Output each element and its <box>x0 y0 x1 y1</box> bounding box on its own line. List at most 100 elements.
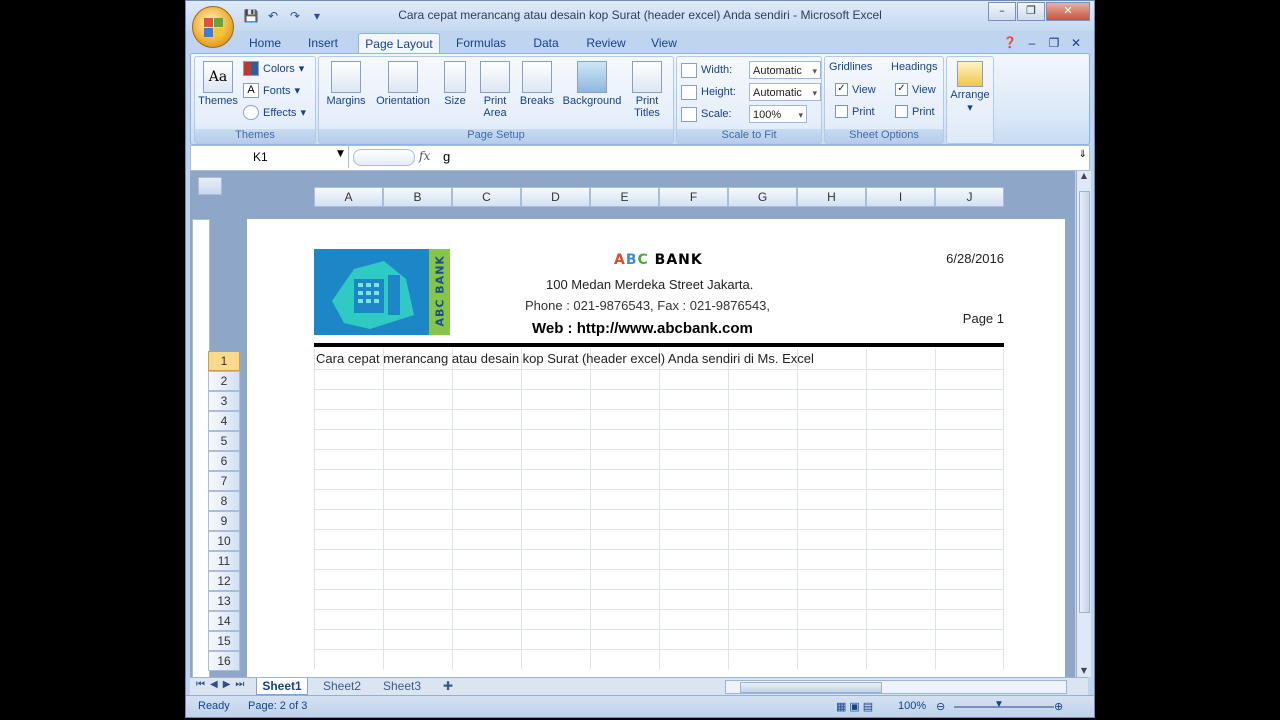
zoom-in-icon[interactable]: ⊕ <box>1054 700 1063 713</box>
redo-icon[interactable]: ↷ <box>286 8 304 24</box>
column-header-b[interactable]: B <box>383 187 452 207</box>
row-header-14[interactable]: 14 <box>208 611 240 631</box>
undo-icon[interactable]: ↶ <box>264 8 282 24</box>
tab-insert[interactable]: Insert <box>300 33 346 53</box>
name-box-dropdown-icon[interactable]: ▼ <box>337 149 344 159</box>
customize-qat-icon[interactable]: ▾ <box>308 8 326 24</box>
zoom-out-icon[interactable]: ⊖ <box>936 700 945 713</box>
vertical-scrollbar[interactable]: ▲ ▼ <box>1076 171 1091 677</box>
column-header-g[interactable]: G <box>728 187 797 207</box>
headings-heading: Headings <box>891 61 938 73</box>
row-header-11[interactable]: 11 <box>208 551 240 571</box>
office-button[interactable] <box>192 6 234 48</box>
column-header-j[interactable]: J <box>935 187 1004 207</box>
sheet-tab-1[interactable]: Sheet1 <box>256 678 308 695</box>
horizontal-scroll-thumb[interactable] <box>740 682 882 693</box>
effects-button[interactable]: Effects ▾ <box>243 105 306 120</box>
restore-icon[interactable]: ❐ <box>1017 2 1045 21</box>
office-logo-yellow <box>214 28 223 37</box>
column-header-a[interactable]: A <box>314 187 383 207</box>
column-header-f[interactable]: F <box>659 187 728 207</box>
row-header-4[interactable]: 4 <box>208 411 240 431</box>
margins-button[interactable]: Margins <box>323 61 369 107</box>
formula-bar-splitter[interactable] <box>353 149 415 166</box>
close-icon[interactable]: ✕ <box>1046 2 1090 21</box>
cell-a1[interactable]: Cara cepat merancang atau desain kop Sur… <box>316 351 814 366</box>
zoom-slider-thumb[interactable]: ▼ <box>994 699 1004 710</box>
column-header-h[interactable]: H <box>797 187 866 207</box>
height-label: Height: <box>701 86 736 98</box>
margins-icon <box>331 61 361 93</box>
column-header-d[interactable]: D <box>521 187 590 207</box>
unchecked-box-icon <box>835 105 848 118</box>
ribbon-close-icon[interactable]: ✕ <box>1068 33 1084 53</box>
tab-data[interactable]: Data <box>524 33 568 53</box>
colors-button[interactable]: Colors ▾ <box>243 61 304 76</box>
height-dropdown[interactable]: Automatic <box>749 83 821 102</box>
column-header-e[interactable]: E <box>590 187 659 207</box>
row-header-1[interactable]: 1 <box>208 351 240 371</box>
tab-formulas[interactable]: Formulas <box>450 33 512 53</box>
scale-spinner[interactable]: 100% <box>749 105 807 124</box>
scroll-up-icon[interactable]: ▲ <box>1077 171 1091 180</box>
formula-input[interactable]: g <box>443 149 450 164</box>
view-buttons-icon[interactable]: ▦▣▤ <box>836 700 876 713</box>
arrange-button[interactable]: Arrange ▾ <box>949 61 991 114</box>
bank-website: Web : http://www.abcbank.com <box>532 320 753 337</box>
tab-review[interactable]: Review <box>580 33 632 53</box>
sheet-tab-3[interactable]: Sheet3 <box>376 678 428 694</box>
save-icon[interactable]: 💾 <box>242 8 260 24</box>
gridlines-print-checkbox[interactable]: Print <box>835 105 875 118</box>
help-icon[interactable]: ❓ <box>1001 33 1019 53</box>
print-area-button[interactable]: Print Area <box>477 61 513 119</box>
fonts-button[interactable]: A Fonts ▾ <box>243 83 300 98</box>
name-box[interactable]: K1 <box>191 146 349 168</box>
tab-page-layout[interactable]: Page Layout <box>358 33 440 54</box>
tab-view[interactable]: View <box>644 33 684 53</box>
orientation-icon <box>388 61 418 93</box>
sheet-nav-arrows-icon[interactable]: ⏮◀▶⏭ <box>196 679 249 690</box>
select-all-button[interactable] <box>198 177 222 195</box>
zoom-level[interactable]: 100% <box>898 700 926 712</box>
insert-function-icon[interactable]: fx <box>419 149 430 163</box>
ribbon-minimize-icon[interactable]: – <box>1024 33 1040 53</box>
scroll-down-icon[interactable]: ▼ <box>1077 666 1091 675</box>
headings-print-checkbox[interactable]: Print <box>895 105 935 118</box>
row-header-3[interactable]: 3 <box>208 391 240 411</box>
minimize-icon[interactable]: – <box>988 2 1016 21</box>
row-header-16[interactable]: 16 <box>208 651 240 671</box>
print-titles-label-2: Titles <box>634 107 660 119</box>
orientation-button[interactable]: Orientation <box>371 61 435 107</box>
width-icon <box>681 62 697 78</box>
width-dropdown[interactable]: Automatic <box>749 61 821 80</box>
row-header-8[interactable]: 8 <box>208 491 240 511</box>
cell-grid[interactable]: Cara cepat merancang atau desain kop Sur… <box>314 349 1004 669</box>
sheet-tab-2[interactable]: Sheet2 <box>316 678 368 694</box>
insert-sheet-icon[interactable]: ✚ <box>436 678 460 694</box>
sheet-options-group-label: Sheet Options <box>825 129 943 143</box>
column-header-i[interactable]: I <box>866 187 935 207</box>
headings-view-checkbox[interactable]: ✓ View <box>895 83 936 96</box>
ribbon-restore-icon[interactable]: ❐ <box>1046 33 1062 53</box>
row-header-2[interactable]: 2 <box>208 371 240 391</box>
print-titles-button[interactable]: Print Titles <box>627 61 667 119</box>
gridlines-view-checkbox[interactable]: ✓ View <box>835 83 876 96</box>
breaks-button[interactable]: Breaks <box>517 61 557 107</box>
row-header-9[interactable]: 9 <box>208 511 240 531</box>
zoom-slider[interactable] <box>954 706 1054 708</box>
horizontal-scrollbar[interactable] <box>725 680 1067 694</box>
row-header-12[interactable]: 12 <box>208 571 240 591</box>
row-header-5[interactable]: 5 <box>208 431 240 451</box>
row-header-10[interactable]: 10 <box>208 531 240 551</box>
size-button[interactable]: Size <box>437 61 473 107</box>
row-header-13[interactable]: 13 <box>208 591 240 611</box>
row-header-7[interactable]: 7 <box>208 471 240 491</box>
tab-home[interactable]: Home <box>242 33 288 53</box>
themes-button[interactable]: Aa Themes <box>198 61 238 107</box>
row-header-15[interactable]: 15 <box>208 631 240 651</box>
expand-formula-bar-icon[interactable]: ⇓ <box>1079 149 1087 160</box>
background-button[interactable]: Background <box>559 61 625 107</box>
row-header-6[interactable]: 6 <box>208 451 240 471</box>
column-header-c[interactable]: C <box>452 187 521 207</box>
vertical-scroll-thumb[interactable] <box>1079 191 1090 613</box>
